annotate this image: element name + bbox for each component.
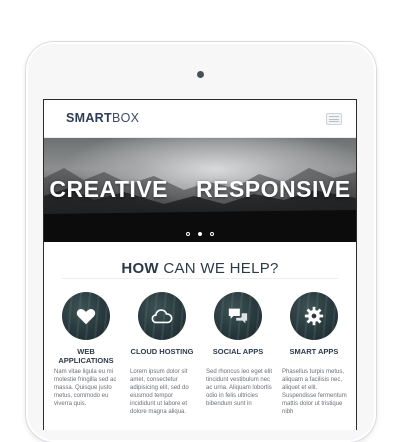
site-header: SMARTBOX [44, 100, 356, 138]
service-title: CLOUD HOSTING [130, 347, 194, 356]
service-icon-circle [214, 292, 262, 340]
service-title: SOCIAL APPS [212, 347, 264, 356]
heart-icon [76, 309, 96, 325]
service-icon-circle [138, 292, 186, 340]
section-heading: HOW CAN WE HELP? [44, 260, 356, 277]
service-description: Nam vitae ligula eu mi molestie fringill… [54, 369, 117, 407]
service-title: WEB APPLICATIONS [58, 347, 114, 365]
slider-dot-3[interactable] [210, 232, 214, 236]
service-description: Lorem ipsum dolor sit amet, consectetur … [130, 369, 189, 415]
heading-bold: HOW [121, 260, 159, 277]
logo-bold-text: SMART [66, 111, 112, 125]
logo-light-text: BOX [111, 111, 140, 125]
service-cloud-hosting[interactable]: CLOUD HOSTING Lorem ipsum dolor sit amet… [126, 292, 198, 416]
site-logo[interactable]: SMARTBOX [66, 111, 139, 125]
services-row: WEB APPLICATIONS Nam vitae ligula eu mi … [50, 292, 350, 416]
service-smart-apps[interactable]: SMART APPS Phasellus turpis metus, aliqu… [278, 292, 350, 416]
service-icon-circle [62, 292, 110, 340]
hamburger-menu-icon[interactable] [326, 113, 342, 125]
service-description: Phasellus turpis metus, aliquam a facili… [282, 369, 347, 415]
service-description: Sed rhoncus leo eget elit tincidunt vest… [206, 369, 273, 407]
heading-rest: CAN WE HELP? [158, 260, 279, 277]
service-icon-circle [290, 292, 338, 340]
service-social-apps[interactable]: SOCIAL APPS Sed rhoncus leo eget elit ti… [202, 292, 274, 416]
service-title: SMART APPS [289, 347, 339, 356]
chat-bubbles-icon [228, 308, 248, 324]
heading-divider [62, 278, 338, 279]
hero-headline: CREATIVE RESPONSIVE [44, 176, 356, 203]
hero-slider: CREATIVE RESPONSIVE [44, 138, 356, 242]
slider-dot-2[interactable] [198, 232, 202, 236]
slider-pagination [44, 232, 356, 236]
cloud-icon [151, 309, 173, 324]
slider-dot-1[interactable] [186, 232, 190, 236]
service-web-applications[interactable]: WEB APPLICATIONS Nam vitae ligula eu mi … [50, 292, 122, 416]
hero-word-creative: CREATIVE [49, 176, 169, 202]
gear-icon [304, 306, 324, 326]
tablet-screen: SMARTBOX CREATIVE RESPONSIVE HOW CAN WE H… [43, 99, 357, 430]
hero-word-responsive: RESPONSIVE [196, 176, 351, 202]
camera-icon [197, 71, 204, 78]
